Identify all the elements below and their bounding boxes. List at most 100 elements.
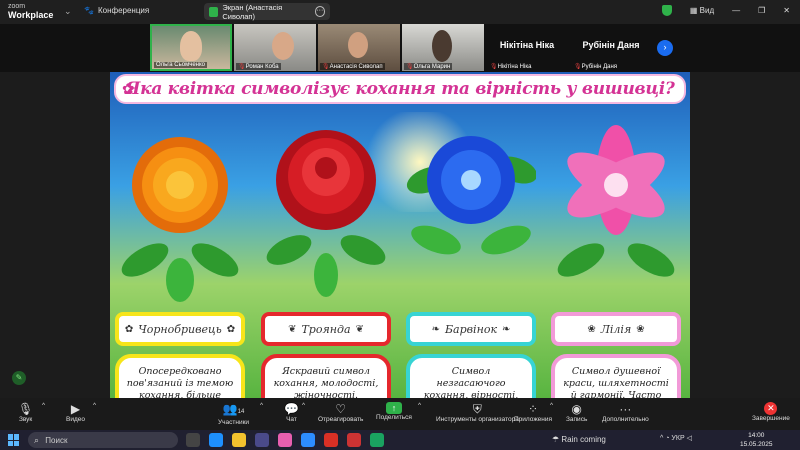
zoom-app-icon[interactable] [301, 433, 315, 447]
participant-tile[interactable]: Ольга Сьомченко [150, 24, 232, 71]
file-explorer-icon[interactable] [232, 433, 246, 447]
shared-screen-slide: ✿ Яка квітка символізує кохання та вірні… [110, 72, 690, 398]
host-tools-label: Инструменты организатора [436, 416, 519, 423]
mic-off-icon: 🎙 [238, 64, 246, 70]
search-placeholder: Поиск [45, 436, 68, 445]
flower-ornament-icon: ✿ [122, 81, 135, 98]
rose-ornament-icon: ❦ [355, 323, 364, 335]
mic-off-icon: 🎙 [406, 64, 414, 70]
conference-label: Конференция [97, 6, 150, 15]
participant-face [348, 32, 368, 58]
edge-browser-icon[interactable] [209, 433, 223, 447]
react-button[interactable]: ♡ Отреагировать [318, 402, 363, 423]
title-bar: zoom Workplace ⌄ 🐾 Конференция Экран (Ан… [0, 0, 800, 24]
video-options-chevron-icon[interactable]: ^ [93, 402, 96, 409]
more-options-icon[interactable]: ··· [314, 6, 326, 17]
office-icon[interactable] [324, 433, 338, 447]
video-label: Видео [66, 416, 85, 423]
weather-widget[interactable]: ☂ Rain coming [552, 435, 606, 444]
leaf-ornament-icon: ❧ [431, 323, 440, 335]
flower-description-marigold: Опосередковано пов'язаний із темою кохан… [115, 354, 245, 398]
record-button[interactable]: ◉ Запись [566, 402, 587, 423]
minimize-icon[interactable]: — [732, 6, 740, 15]
view-label: Вид [699, 6, 715, 15]
zoom-logo: zoom Workplace [8, 2, 53, 20]
flower-ornament-icon: ✿ [124, 323, 134, 335]
conference-info-button[interactable]: 🐾 Конференция [84, 6, 149, 15]
system-tray[interactable]: ^ ◔ УКР ◁ [660, 434, 692, 442]
search-icon: ⌕ [34, 435, 40, 445]
record-icon: ◉ [571, 402, 582, 416]
screen-share-indicator[interactable]: Экран (Анастасія Сиволап) ··· [204, 3, 330, 21]
audio-button[interactable]: 🎙 Звук [18, 402, 33, 423]
grid-view-icon: ▦ [689, 6, 700, 15]
chat-chevron-icon[interactable]: ^ [302, 402, 305, 409]
chat-label: Чат [286, 416, 297, 423]
record-label: Запись [566, 416, 588, 423]
participant-caption: 🎙Нікітіна Ніка [490, 63, 531, 70]
chevron-down-icon[interactable]: ⌄ [64, 6, 72, 17]
participant-tile[interactable]: 🎙Ольга Марин [402, 24, 484, 71]
flower-label-text: Чорнобривець [138, 322, 222, 336]
participants-strip: Ольга Сьомченко 🎙Роман Коба 🎙Анастасія С… [0, 24, 800, 72]
flower-label-rose[interactable]: ❦ Троянда ❦ [261, 312, 391, 346]
flower-label-periwinkle[interactable]: ❧ Барвінок ❧ [406, 312, 536, 346]
view-button[interactable]: ▦ Вид [690, 6, 714, 15]
zoom-window: zoom Workplace ⌄ 🐾 Конференция Экран (Ан… [0, 0, 800, 450]
participant-name: Ольга Сьомченко [154, 62, 208, 68]
participant-name: 🎙Роман Коба [236, 63, 281, 70]
taskbar-search[interactable]: ⌕ Поиск [28, 432, 178, 448]
end-label: Завершение [752, 415, 790, 422]
task-view-icon[interactable] [186, 433, 200, 447]
windows-start-icon[interactable] [8, 434, 20, 446]
more-label: Дополнительно [602, 416, 649, 423]
clock[interactable]: 14:00 15.05.2025 [740, 431, 773, 449]
audio-options-chevron-icon[interactable]: ^ [42, 402, 45, 409]
flower-label-text: Барвінок [444, 322, 498, 336]
participants-chevron-icon[interactable]: ^ [260, 402, 263, 409]
flower-label-marigold[interactable]: ✿ Чорнобривець ✿ [115, 312, 245, 346]
app-icon[interactable] [278, 433, 292, 447]
participant-tile[interactable]: 🎙Анастасія Сиволап [318, 24, 400, 71]
annotate-pencil-icon[interactable]: ✎ [12, 371, 26, 385]
flower-ornament-icon: ❀ [636, 323, 645, 335]
flower-label-lily[interactable]: ❀ Лілія ❀ [551, 312, 681, 346]
leaf-ornament-icon: ❧ [502, 323, 511, 335]
rose-ornament-icon: ❦ [288, 323, 297, 335]
chrome-icon[interactable] [370, 433, 384, 447]
end-meeting-button[interactable]: ✕ Завершение [752, 402, 790, 422]
powerpoint-icon[interactable] [347, 433, 361, 447]
lily-illustration [557, 125, 675, 277]
participant-name: 🎙Анастасія Сиволап [320, 63, 385, 70]
restore-icon[interactable]: ❐ [758, 6, 765, 15]
close-icon[interactable]: ✕ [783, 6, 790, 15]
store-icon[interactable] [255, 433, 269, 447]
clock-time: 14:00 [748, 432, 765, 439]
participant-face [180, 31, 202, 61]
chat-button[interactable]: 💬 Чат [284, 402, 299, 423]
security-shield-icon[interactable] [661, 5, 672, 16]
share-chevron-icon[interactable]: ^ [418, 402, 421, 409]
apps-button[interactable]: ⁘ Приложения [514, 402, 552, 423]
language-indicator: УКР [671, 435, 685, 442]
participant-caption: 🎙Рубінін Даня [574, 63, 617, 70]
speaker-icon: ◁ [686, 435, 692, 442]
participant-tile-no-video[interactable]: Рубінін Даня 🎙Рубінін Даня [570, 24, 652, 71]
flower-description-lily: Символ душевної краси, шляхетності й гар… [551, 354, 681, 398]
host-tools-button[interactable]: ⛨ Инструменты организатора [436, 402, 519, 423]
next-page-button[interactable]: › [657, 40, 673, 56]
chat-bubble-icon: 💬 [284, 402, 299, 416]
video-button[interactable]: ▶ Видео [66, 402, 85, 423]
apps-chevron-icon[interactable]: ^ [550, 402, 553, 409]
participant-tile-no-video[interactable]: Нікітіна Ніка 🎙Нікітіна Ніка [486, 24, 568, 71]
flower-description-periwinkle: Символ незгасаючого кохання, вірності, ж… [406, 354, 536, 398]
more-button[interactable]: ··· Дополнительно [602, 402, 649, 423]
close-icon: ✕ [764, 402, 778, 415]
apps-icon: ⁘ [527, 402, 539, 416]
participant-tile[interactable]: 🎙Роман Коба [234, 24, 316, 71]
share-screen-button[interactable]: ↑ Поделиться [376, 402, 412, 421]
mic-off-icon: 🎙 [574, 64, 582, 70]
flower-ornament-icon: ❀ [587, 323, 596, 335]
participant-face [432, 30, 452, 62]
participants-button[interactable]: 👥14 Участники [218, 402, 249, 426]
